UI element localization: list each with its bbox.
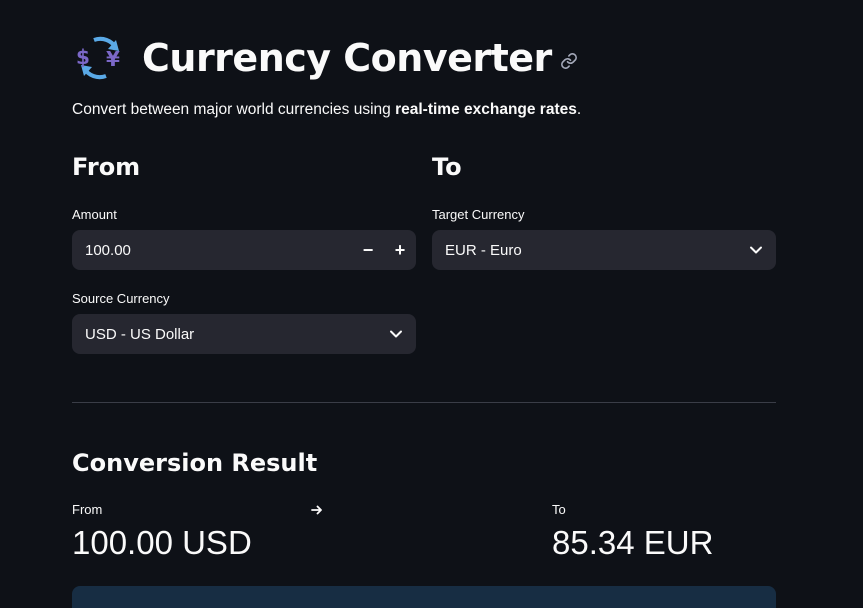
source-currency-value[interactable]: USD - US Dollar: [85, 326, 376, 343]
target-currency-value[interactable]: EUR - Euro: [445, 242, 736, 259]
result-to-value: 85.34 EUR: [552, 524, 714, 561]
subtitle-emphasis: real-time exchange rates: [395, 101, 577, 118]
conversion-result-heading: Conversion Result: [72, 449, 318, 477]
amount-number-input[interactable]: 100.00 − +: [72, 230, 416, 270]
result-from-label: From: [72, 502, 103, 517]
section-divider: [72, 402, 776, 403]
amount-label: Amount: [72, 207, 117, 222]
to-heading: To: [432, 153, 462, 181]
page-title: Currency Converter: [142, 36, 552, 80]
result-from-value: 100.00 USD: [72, 524, 252, 561]
decrement-button[interactable]: −: [352, 230, 384, 270]
svg-text:¥: ¥: [106, 47, 120, 71]
currency-exchange-icon: $ ¥: [76, 36, 120, 80]
target-currency-label: Target Currency: [432, 207, 525, 222]
increment-button[interactable]: +: [384, 230, 416, 270]
arrow-right-icon: [311, 505, 322, 515]
amount-value[interactable]: 100.00: [85, 242, 352, 259]
app-page: $ ¥ Currency Converter Convert between m…: [0, 0, 863, 608]
subtitle-end: .: [576, 101, 582, 118]
page-subtitle: Convert between major world currencies u…: [72, 101, 581, 119]
chevron-down-icon[interactable]: [736, 230, 776, 270]
info-box: [72, 586, 776, 608]
page-title-row: $ ¥ Currency Converter: [72, 30, 578, 86]
source-currency-select[interactable]: USD - US Dollar: [72, 314, 416, 354]
source-currency-label: Source Currency: [72, 291, 170, 306]
from-heading: From: [72, 153, 141, 181]
target-currency-select[interactable]: EUR - Euro: [432, 230, 776, 270]
link-icon[interactable]: [560, 52, 578, 70]
result-to-label: To: [552, 502, 566, 517]
svg-text:$: $: [76, 45, 90, 69]
subtitle-text: Convert between major world currencies u…: [72, 101, 396, 118]
chevron-down-icon[interactable]: [376, 314, 416, 354]
